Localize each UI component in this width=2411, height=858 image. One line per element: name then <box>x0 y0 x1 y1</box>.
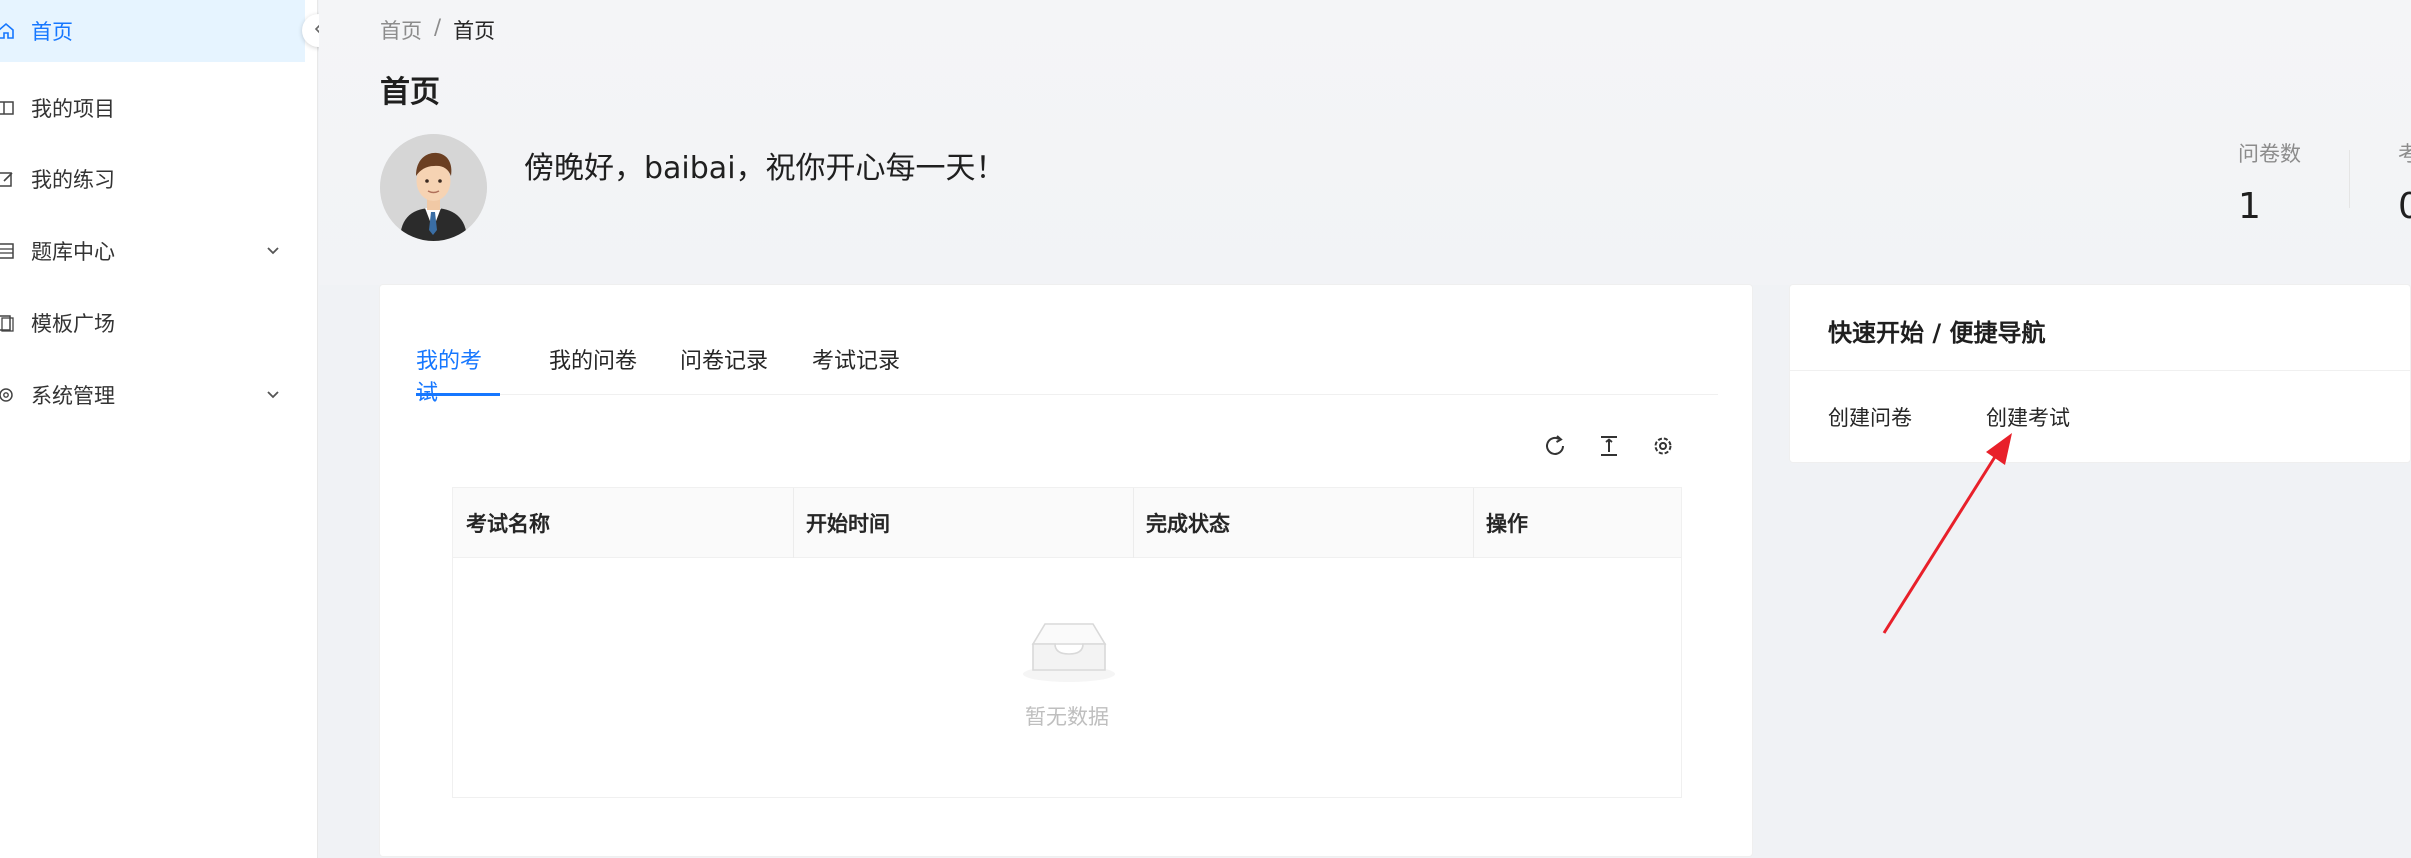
list-icon <box>0 239 18 263</box>
empty-inbox-icon <box>1023 623 1115 682</box>
column-height-icon <box>1596 433 1622 463</box>
column-header-exam-name[interactable]: 考试名称 <box>453 488 793 558</box>
table-header: 考试名称 开始时间 完成状态 操作 <box>453 488 1681 558</box>
stat-exam-count: 考 0 <box>2398 138 2411 227</box>
create-exam-link[interactable]: 创建考试 <box>1986 402 2070 432</box>
density-button[interactable] <box>1594 433 1624 463</box>
stat-value: 1 <box>2238 186 2261 227</box>
gear-icon <box>1650 433 1676 463</box>
project-icon <box>0 96 18 120</box>
sidebar-item-label: 我的练习 <box>31 168 115 192</box>
refresh-button[interactable] <box>1540 433 1570 463</box>
edit-icon <box>0 167 18 191</box>
exam-card: 我的考试 我的问卷 问卷记录 考试记录 考试名称 开始时间 完成状态 操作 暂无… <box>379 284 1753 857</box>
tab-my-questionnaires[interactable]: 我的问卷 <box>549 343 637 395</box>
refresh-icon <box>1542 433 1568 463</box>
tabs: 我的考试 我的问卷 问卷记录 考试记录 <box>416 343 1718 406</box>
create-questionnaire-link[interactable]: 创建问卷 <box>1828 402 1912 432</box>
chevron-down-icon <box>262 384 284 406</box>
sidebar-item-label: 我的项目 <box>31 97 115 121</box>
sidebar-item-label: 系统管理 <box>31 384 115 408</box>
stat-divider <box>2349 150 2350 208</box>
stat-label: 考 <box>2398 142 2411 166</box>
stat-value: 0 <box>2398 186 2411 227</box>
avatar <box>380 134 487 241</box>
exam-table: 考试名称 开始时间 完成状态 操作 暂无数据 <box>452 487 1682 798</box>
template-icon <box>0 311 18 335</box>
gear-icon <box>0 383 18 407</box>
breadcrumb-root[interactable]: 首页 <box>380 15 422 45</box>
breadcrumb: 首页 / 首页 <box>380 15 495 45</box>
quick-nav-title: 快速开始 / 便捷导航 <box>1828 319 2046 347</box>
sidebar-item-home[interactable]: 首页 <box>0 0 305 62</box>
sidebar: 首页 我的项目 我的练习 题库中心 模板广场 系统管理 <box>0 0 335 858</box>
tab-my-exams[interactable]: 我的考试 <box>416 343 500 406</box>
tab-questionnaire-records[interactable]: 问卷记录 <box>680 343 768 395</box>
sidebar-item-question-bank[interactable]: 题库中心 <box>0 220 305 282</box>
greeting-text: 傍晚好，baibai，祝你开心每一天！ <box>524 151 1006 186</box>
sidebar-item-system[interactable]: 系统管理 <box>0 364 305 426</box>
sidebar-item-label: 首页 <box>31 20 73 44</box>
sidebar-item-practice[interactable]: 我的练习 <box>0 148 305 210</box>
breadcrumb-current: 首页 <box>453 19 496 43</box>
chevron-down-icon <box>262 240 284 262</box>
app-root: 首页 我的项目 我的练习 题库中心 模板广场 系统管理 首页 / 首页 首页 傍… <box>0 0 2411 858</box>
quick-nav-card: 快速开始 / 便捷导航 创建问卷 创建考试 <box>1789 284 2411 463</box>
empty-text: 暂无数据 <box>1025 705 1109 729</box>
tab-exam-records[interactable]: 考试记录 <box>812 343 900 395</box>
table-empty-state: 暂无数据 <box>453 558 1681 798</box>
stat-label: 问卷数 <box>2238 142 2301 166</box>
column-header-actions[interactable]: 操作 <box>1473 488 1683 558</box>
sidebar-item-projects[interactable]: 我的项目 <box>0 77 305 139</box>
sidebar-item-label: 模板广场 <box>31 312 115 336</box>
column-header-status[interactable]: 完成状态 <box>1133 488 1473 558</box>
divider <box>1790 370 2410 371</box>
page-title: 首页 <box>380 75 440 110</box>
sidebar-item-templates[interactable]: 模板广场 <box>0 292 305 354</box>
stat-questionnaire-count: 问卷数 1 <box>2238 138 2301 227</box>
table-settings-button[interactable] <box>1648 433 1678 463</box>
breadcrumb-separator: / <box>434 15 442 39</box>
column-header-start-time[interactable]: 开始时间 <box>793 488 1133 558</box>
home-icon <box>0 19 18 43</box>
sidebar-item-label: 题库中心 <box>31 240 115 264</box>
